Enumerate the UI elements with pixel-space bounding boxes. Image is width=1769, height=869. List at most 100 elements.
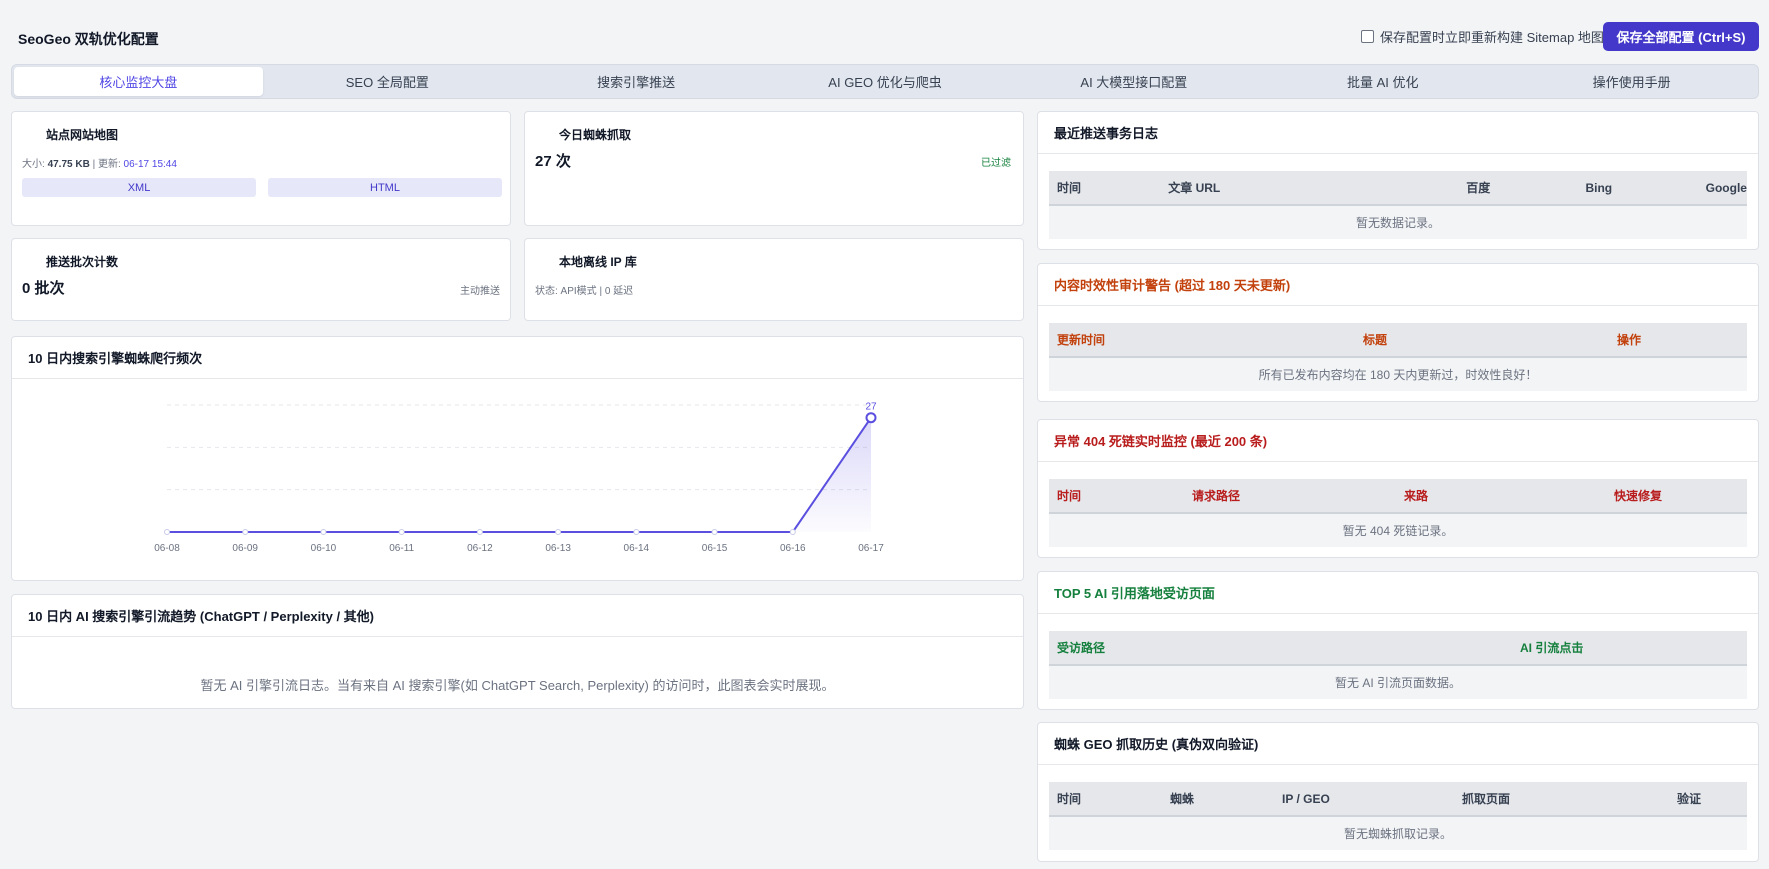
ai-trend-empty: 暂无 AI 引擎引流日志。当有来自 AI 搜索引擎(如 ChatGPT Sear… — [200, 678, 835, 693]
geo-history-title: 蜘蛛 GEO 抓取历史 (真伪双向验证) — [1038, 723, 1758, 765]
push-count-card: 推送批次计数 0 批次 主动推送 — [11, 238, 511, 321]
deadlinks-empty: 暂无 404 死链记录。 — [1049, 514, 1747, 547]
sitemap-label: 站点网站地图 — [46, 128, 119, 142]
tab-batch-ai[interactable]: 批量 AI 优化 — [1258, 67, 1507, 96]
geo-history-card: 蜘蛛 GEO 抓取历史 (真伪双向验证) 时间 蜘蛛 IP / GEO 抓取页面… — [1037, 722, 1759, 862]
col-url: 文章 URL — [1168, 181, 1221, 195]
geo-history-table: 时间 蜘蛛 IP / GEO 抓取页面 验证 暂无蜘蛛抓取记录。 — [1049, 782, 1747, 850]
ai-trend-title: 10 日内 AI 搜索引擎引流趋势 (ChatGPT / Perplexity … — [12, 595, 1023, 637]
checkbox-box[interactable] — [1361, 30, 1374, 43]
data-label: 27 — [865, 402, 877, 413]
sitemap-meta: 大小: 47.75 KB | 更新: 06-17 15:44 — [22, 159, 177, 170]
deadlinks-header: 时间 请求路径 来路 快速修复 — [1049, 479, 1747, 514]
tab-ai-api[interactable]: AI 大模型接口配置 — [1009, 67, 1258, 96]
freshness-empty: 所有已发布内容均在 180 天内更新过，时效性良好！ — [1049, 358, 1747, 391]
x-tick-label: 06-16 — [780, 543, 806, 554]
col-action: 操作 — [1617, 333, 1642, 347]
active-push-badge: 主动推送 — [460, 286, 500, 297]
data-point — [789, 529, 796, 535]
sitemap-card: 站点网站地图 大小: 47.75 KB | 更新: 06-17 15:44 XM… — [11, 111, 511, 226]
x-tick-label: 06-17 — [858, 543, 884, 554]
x-tick-label: 06-15 — [702, 543, 728, 554]
deadlinks-card: 异常 404 死链实时监控 (最近 200 条) 时间 请求路径 来路 快速修复… — [1037, 419, 1759, 558]
crawl-chart: 06-08 06-09 06-10 06-11 06-12 06-13 06-14 06-15… — [154, 402, 884, 554]
sitemap-updated: 06-17 15:44 — [123, 159, 177, 170]
data-point — [865, 412, 877, 424]
data-point — [711, 529, 718, 535]
page-title: SeoGeo 双轨优化配置 — [18, 31, 159, 47]
geo-history-header: 时间 蜘蛛 IP / GEO 抓取页面 验证 — [1049, 782, 1747, 817]
col-updated-time: 更新时间 — [1057, 333, 1106, 347]
col-google: Google — [1705, 180, 1747, 195]
tab-seo-global[interactable]: SEO 全局配置 — [263, 67, 512, 96]
data-point — [320, 529, 327, 535]
col-request-path: 请求路径 — [1192, 489, 1241, 503]
spider-today-label: 今日蜘蛛抓取 — [559, 128, 632, 142]
rebuild-sitemap-label: 保存配置时立即重新构建 Sitemap 地图 — [1380, 30, 1604, 45]
data-point — [164, 529, 170, 535]
deadlinks-table: 时间 请求路径 来路 快速修复 暂无 404 死链记录。 — [1049, 479, 1747, 547]
filtered-badge: 已过滤 — [981, 158, 1011, 169]
col-baidu: 百度 — [1466, 181, 1491, 195]
push-count-label: 推送批次计数 — [46, 255, 119, 269]
tab-search-push[interactable]: 搜索引擎推送 — [512, 67, 761, 96]
data-point — [398, 529, 405, 535]
sitemap-html-button[interactable]: HTML — [268, 178, 502, 197]
main-tabs: 核心监控大盘 SEO 全局配置 搜索引擎推送 AI GEO 优化与爬虫 AI 大… — [11, 64, 1759, 99]
col-verify: 验证 — [1677, 792, 1702, 806]
tab-dashboard[interactable]: 核心监控大盘 — [14, 67, 263, 96]
col-time: 时间 — [1057, 181, 1082, 195]
col-ip-geo: IP / GEO — [1282, 791, 1330, 806]
sitemap-xml-button[interactable]: XML — [22, 178, 256, 197]
crawl-chart-card: 10 日内搜索引擎蜘蛛爬行频次 06-08 06-09 06-10 06-11 06-1… — [11, 336, 1024, 581]
col-bing: Bing — [1585, 180, 1613, 195]
top-ai-table: 受访路径 AI 引流点击 暂无 AI 引流页面数据。 — [1049, 631, 1747, 699]
x-tick-label: 06-12 — [467, 543, 493, 554]
push-log-empty: 暂无数据记录。 — [1049, 206, 1747, 239]
sitemap-size: 47.75 KB — [47, 159, 90, 170]
ip-db-status: 状态: API模式 | 0 延迟 — [535, 286, 634, 297]
freshness-title: 内容时效性审计警告 (超过 180 天未更新) — [1038, 264, 1758, 306]
col-quick-fix: 快速修复 — [1614, 489, 1663, 503]
push-count-value: 0 批次 — [22, 280, 65, 297]
top-bar: SeoGeo 双轨优化配置 保存配置时立即重新构建 Sitemap 地图 保存全… — [0, 0, 1769, 66]
x-tick-label: 06-10 — [311, 543, 337, 554]
crawl-chart-title: 10 日内搜索引擎蜘蛛爬行频次 — [12, 337, 1023, 379]
freshness-header: 更新时间 标题 操作 — [1049, 323, 1747, 358]
top-ai-header: 受访路径 AI 引流点击 — [1049, 631, 1747, 666]
data-point — [555, 529, 562, 535]
rebuild-sitemap-checkbox[interactable]: 保存配置时立即重新构建 Sitemap 地图 — [1361, 27, 1604, 46]
series-line — [167, 417, 872, 533]
data-point — [633, 529, 640, 535]
ip-db-card: 本地离线 IP 库 状态: API模式 | 0 延迟 — [524, 238, 1024, 321]
tab-manual[interactable]: 操作使用手册 — [1507, 67, 1756, 96]
col-title: 标题 — [1363, 333, 1388, 347]
data-point — [476, 529, 483, 535]
freshness-card: 内容时效性审计警告 (超过 180 天未更新) 更新时间 标题 操作 所有已发布… — [1037, 263, 1759, 402]
deadlinks-title: 异常 404 死链实时监控 (最近 200 条) — [1038, 420, 1758, 462]
data-point — [242, 529, 249, 535]
top-ai-empty: 暂无 AI 引流页面数据。 — [1049, 666, 1747, 699]
area-fill — [167, 417, 871, 532]
col-geo-time: 时间 — [1057, 792, 1082, 806]
col-ai-clicks: AI 引流点击 — [1520, 641, 1584, 655]
top-ai-card: TOP 5 AI 引用落地受访页面 受访路径 AI 引流点击 暂无 AI 引流页… — [1037, 571, 1759, 710]
ai-trend-card: 10 日内 AI 搜索引擎引流趋势 (ChatGPT / Perplexity … — [11, 594, 1024, 709]
push-log-title: 最近推送事务日志 — [1038, 112, 1758, 154]
save-all-button[interactable]: 保存全部配置 (Ctrl+S) — [1603, 22, 1759, 51]
col-referrer: 来路 — [1404, 489, 1429, 503]
geo-history-empty: 暂无蜘蛛抓取记录。 — [1049, 817, 1747, 850]
x-tick-label: 06-13 — [545, 543, 571, 554]
push-log-card: 最近推送事务日志 时间 文章 URL 百度 Bing Google 暂无数据记录… — [1037, 111, 1759, 250]
x-tick-label: 06-11 — [389, 543, 414, 554]
push-log-table: 时间 文章 URL 百度 Bing Google 暂无数据记录。 — [1049, 171, 1747, 239]
x-tick-label: 06-08 — [154, 543, 180, 554]
col-spider: 蜘蛛 — [1170, 792, 1195, 806]
tab-ai-geo[interactable]: AI GEO 优化与爬虫 — [761, 67, 1010, 96]
spider-today-value: 27 次 — [535, 153, 571, 170]
col-visited-path: 受访路径 — [1057, 641, 1106, 655]
col-dl-time: 时间 — [1057, 489, 1082, 503]
push-log-header: 时间 文章 URL 百度 Bing Google — [1049, 171, 1747, 206]
ip-db-label: 本地离线 IP 库 — [559, 255, 637, 269]
top-ai-title: TOP 5 AI 引用落地受访页面 — [1038, 572, 1758, 614]
